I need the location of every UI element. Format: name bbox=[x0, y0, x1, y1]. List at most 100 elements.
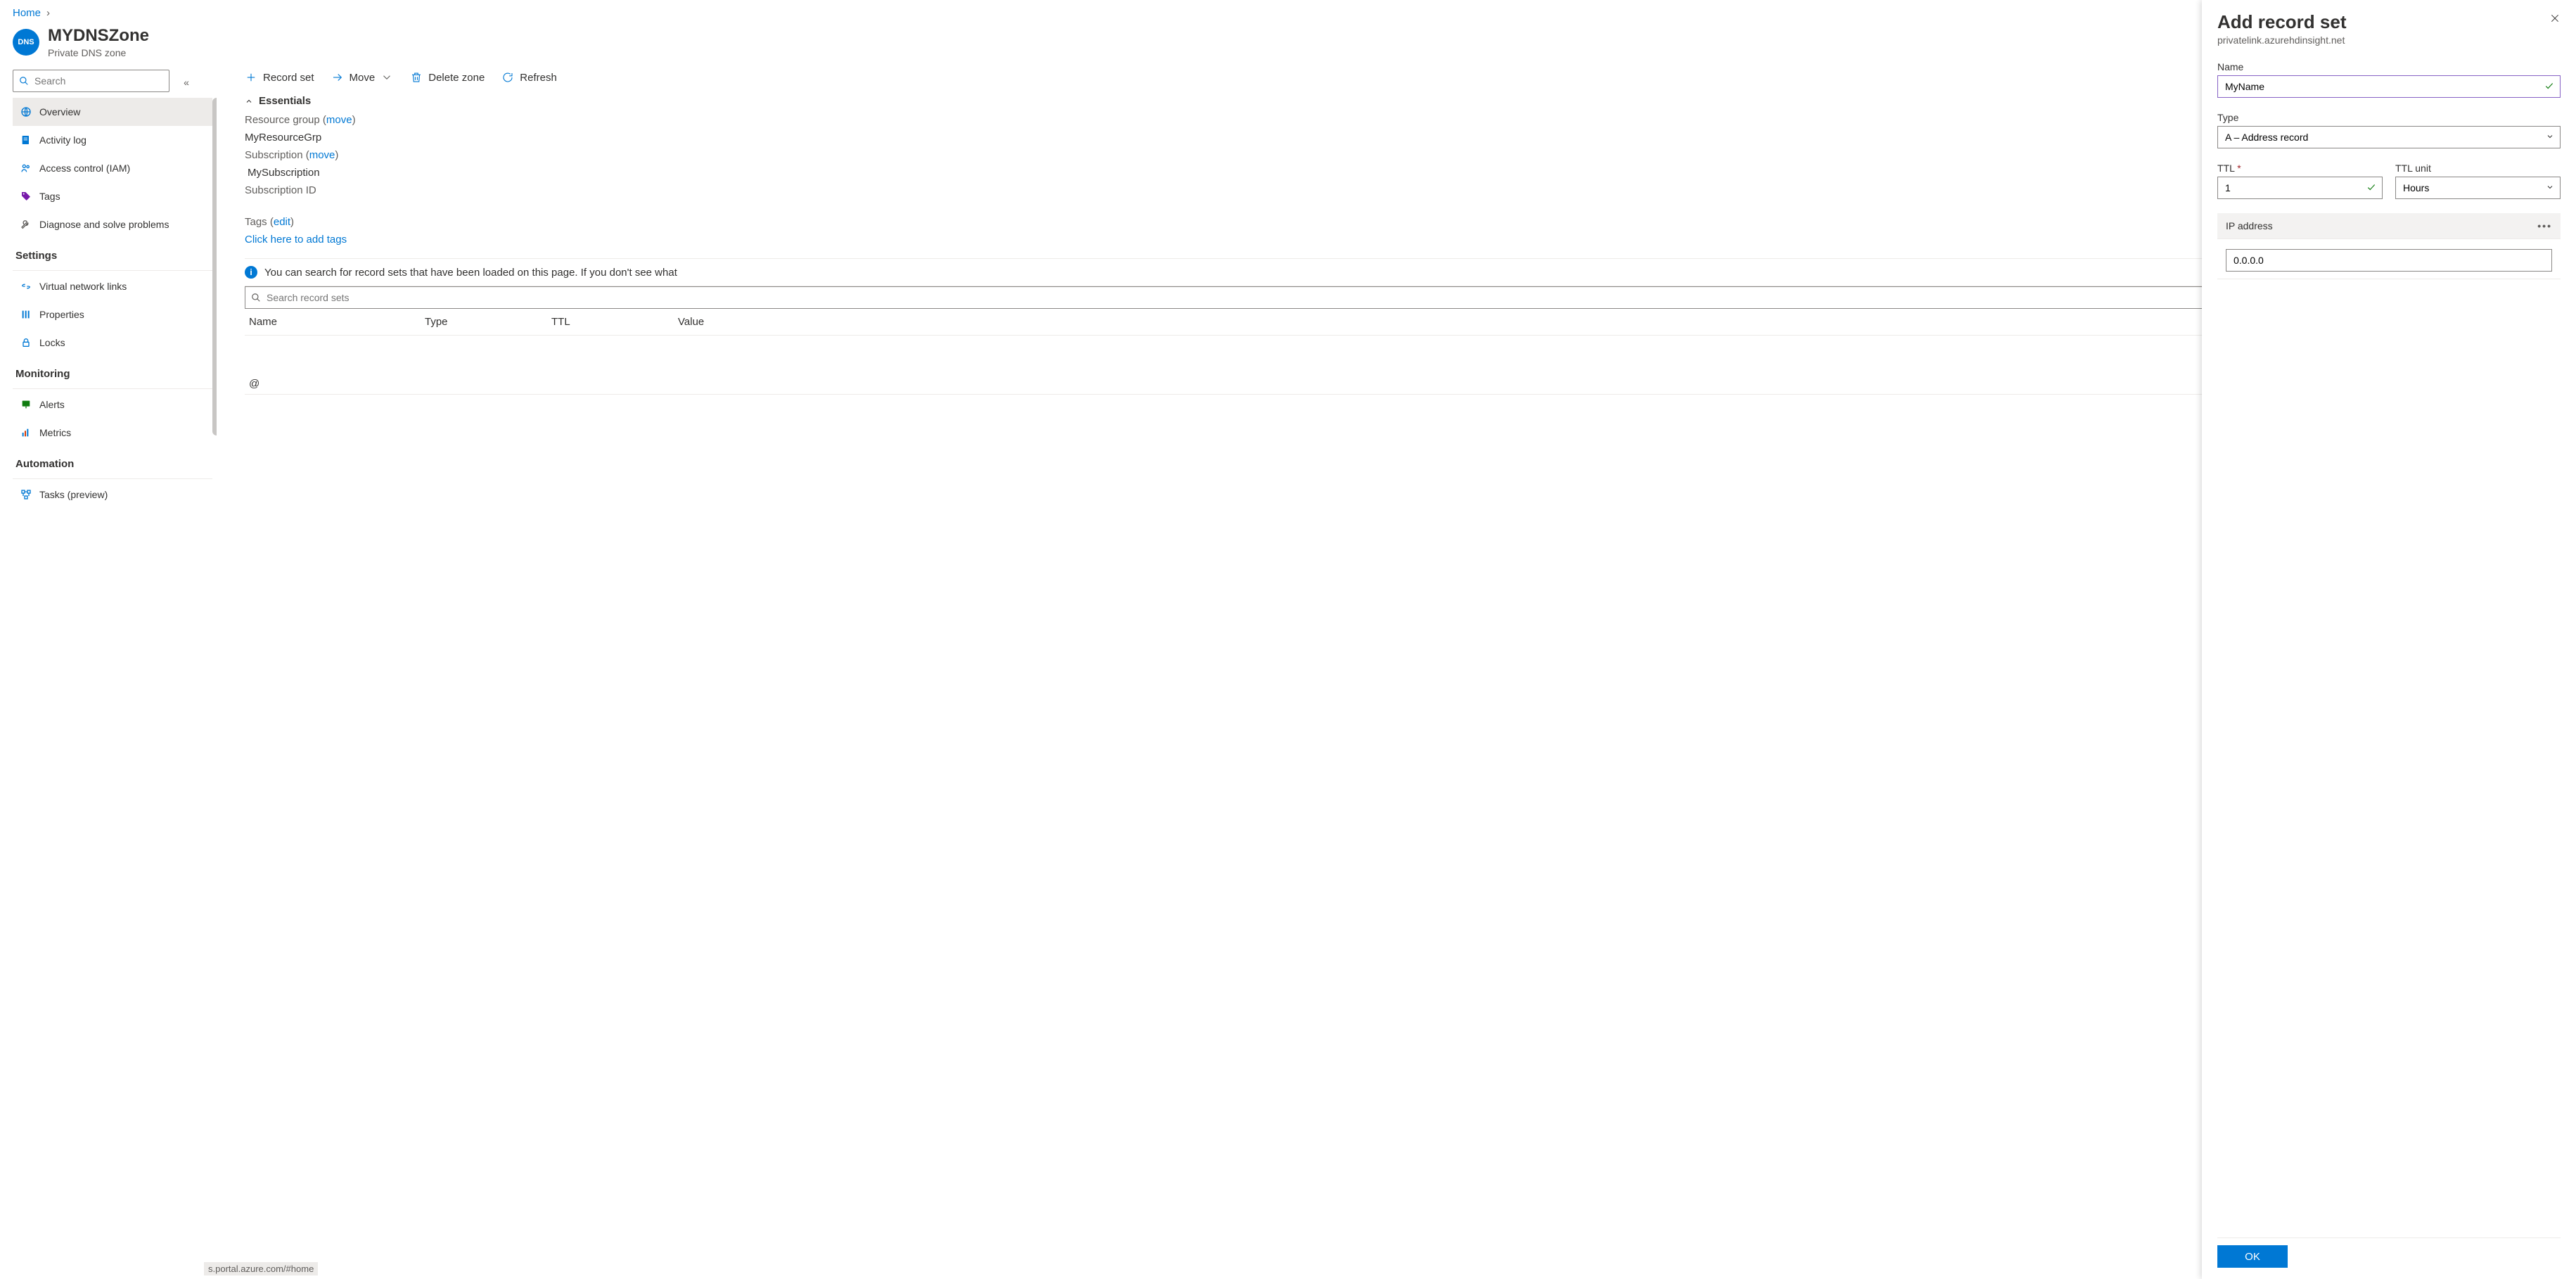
col-ttl[interactable]: TTL bbox=[551, 316, 678, 328]
section-settings: Settings bbox=[13, 238, 212, 267]
sidebar-item-label: Tags bbox=[39, 191, 60, 202]
tags-label: Tags bbox=[245, 216, 267, 228]
breadcrumb-home[interactable]: Home bbox=[13, 7, 41, 19]
sidebar-item-metrics[interactable]: Metrics bbox=[13, 419, 212, 447]
cell-name: @ bbox=[249, 378, 425, 390]
wrench-icon bbox=[20, 218, 32, 231]
move-button[interactable]: Move bbox=[331, 71, 394, 84]
sidebar-item-tasks[interactable]: Tasks (preview) bbox=[13, 481, 212, 509]
ttl-input[interactable] bbox=[2224, 182, 2366, 194]
resource-header: DNS MYDNSZone Private DNS zone ··· bbox=[13, 23, 2576, 67]
more-icon[interactable]: ••• bbox=[2537, 220, 2552, 231]
sidebar-item-label: Metrics bbox=[39, 427, 71, 438]
sidebar-item-label: Locks bbox=[39, 337, 65, 348]
name-label: Name bbox=[2217, 61, 2561, 72]
breadcrumb: Home › bbox=[13, 0, 2576, 23]
rg-label: Resource group bbox=[245, 114, 320, 126]
close-icon bbox=[2549, 13, 2561, 24]
chevron-down-icon bbox=[380, 71, 393, 84]
lock-icon bbox=[20, 336, 32, 349]
sidebar-item-label: Diagnose and solve problems bbox=[39, 219, 169, 230]
tags-edit-link[interactable]: edit bbox=[274, 216, 290, 228]
sidebar-item-label: Activity log bbox=[39, 134, 86, 146]
info-icon: i bbox=[245, 266, 257, 279]
check-icon bbox=[2366, 182, 2376, 194]
panel-title: Add record set bbox=[2217, 11, 2561, 33]
sub-label: Subscription bbox=[245, 149, 303, 161]
essentials-title: Essentials bbox=[259, 95, 311, 107]
delete-zone-button[interactable]: Delete zone bbox=[410, 71, 485, 84]
status-url: s.portal.azure.com/#home bbox=[204, 1262, 318, 1275]
search-icon bbox=[19, 76, 29, 86]
sidebar-item-label: Overview bbox=[39, 106, 80, 117]
dns-badge-icon: DNS bbox=[13, 29, 39, 56]
type-label: Type bbox=[2217, 112, 2561, 123]
plus-icon bbox=[245, 71, 257, 84]
sidebar-item-overview[interactable]: Overview bbox=[13, 98, 212, 126]
ttl-unit-field[interactable] bbox=[2395, 177, 2561, 199]
alerts-icon bbox=[20, 398, 32, 411]
metrics-icon bbox=[20, 426, 32, 439]
tag-icon bbox=[20, 190, 32, 203]
rg-move-link[interactable]: move bbox=[326, 114, 352, 126]
ttl-unit-label: TTL unit bbox=[2395, 163, 2561, 174]
toolbar-label: Delete zone bbox=[428, 72, 485, 84]
name-input[interactable] bbox=[2224, 80, 2544, 93]
col-name[interactable]: Name bbox=[249, 316, 425, 328]
add-record-set-button[interactable]: Record set bbox=[245, 71, 314, 84]
sidebar-search[interactable] bbox=[13, 70, 169, 92]
ttl-unit-select[interactable] bbox=[2402, 182, 2554, 194]
ttl-label: TTL * bbox=[2217, 163, 2383, 174]
type-field[interactable] bbox=[2217, 126, 2561, 148]
sidebar-item-vnet-links[interactable]: Virtual network links bbox=[13, 272, 212, 300]
properties-icon bbox=[20, 308, 32, 321]
toolbar-label: Move bbox=[350, 72, 376, 84]
check-icon bbox=[2544, 81, 2554, 93]
sidebar-item-diagnose[interactable]: Diagnose and solve problems bbox=[13, 210, 212, 238]
page-title: MYDNSZone bbox=[48, 26, 149, 46]
sidebar-item-tags[interactable]: Tags bbox=[13, 182, 212, 210]
trash-icon bbox=[410, 71, 423, 84]
log-icon bbox=[20, 134, 32, 146]
toolbar-label: Refresh bbox=[520, 72, 557, 84]
info-text: You can search for record sets that have… bbox=[264, 267, 677, 279]
ip-input[interactable] bbox=[2232, 254, 2546, 267]
chevron-up-icon bbox=[245, 97, 253, 106]
toolbar-label: Record set bbox=[263, 72, 314, 84]
add-tags-link[interactable]: Click here to add tags bbox=[245, 234, 347, 246]
refresh-button[interactable]: Refresh bbox=[501, 71, 557, 84]
link-icon bbox=[20, 280, 32, 293]
ip-label: IP address bbox=[2226, 220, 2273, 231]
sidebar-item-label: Properties bbox=[39, 309, 84, 320]
sidebar-item-label: Access control (IAM) bbox=[39, 163, 130, 174]
sidebar-item-iam[interactable]: Access control (IAM) bbox=[13, 154, 212, 182]
sidebar-item-alerts[interactable]: Alerts bbox=[13, 390, 212, 419]
close-panel-button[interactable] bbox=[2549, 13, 2561, 26]
section-monitoring: Monitoring bbox=[13, 357, 212, 386]
page-subtitle: Private DNS zone bbox=[48, 47, 149, 58]
chevron-right-icon: › bbox=[46, 7, 50, 19]
collapse-sidebar-icon[interactable]: « bbox=[178, 77, 195, 88]
sidebar-search-input[interactable] bbox=[33, 75, 163, 87]
people-icon bbox=[20, 162, 32, 174]
ip-section-header: IP address ••• bbox=[2217, 213, 2561, 239]
tasks-icon bbox=[20, 488, 32, 501]
ip-field[interactable] bbox=[2226, 249, 2552, 272]
name-field[interactable] bbox=[2217, 75, 2561, 98]
ttl-field[interactable] bbox=[2217, 177, 2383, 199]
sidebar-item-label: Alerts bbox=[39, 399, 65, 410]
add-record-panel: Add record set privatelink.azurehdinsigh… bbox=[2202, 0, 2576, 1279]
sub-move-link[interactable]: move bbox=[309, 149, 335, 161]
col-type[interactable]: Type bbox=[425, 316, 551, 328]
section-automation: Automation bbox=[13, 447, 212, 476]
refresh-icon bbox=[501, 71, 514, 84]
sidebar-item-label: Tasks (preview) bbox=[39, 489, 108, 500]
globe-icon bbox=[20, 106, 32, 118]
arrow-right-icon bbox=[331, 71, 344, 84]
type-select[interactable] bbox=[2224, 131, 2554, 144]
sidebar-item-activity-log[interactable]: Activity log bbox=[13, 126, 212, 154]
ok-button[interactable]: OK bbox=[2217, 1245, 2288, 1268]
sidebar-item-properties[interactable]: Properties bbox=[13, 300, 212, 329]
panel-subtitle: privatelink.azurehdinsight.net bbox=[2217, 34, 2561, 46]
sidebar-item-locks[interactable]: Locks bbox=[13, 329, 212, 357]
